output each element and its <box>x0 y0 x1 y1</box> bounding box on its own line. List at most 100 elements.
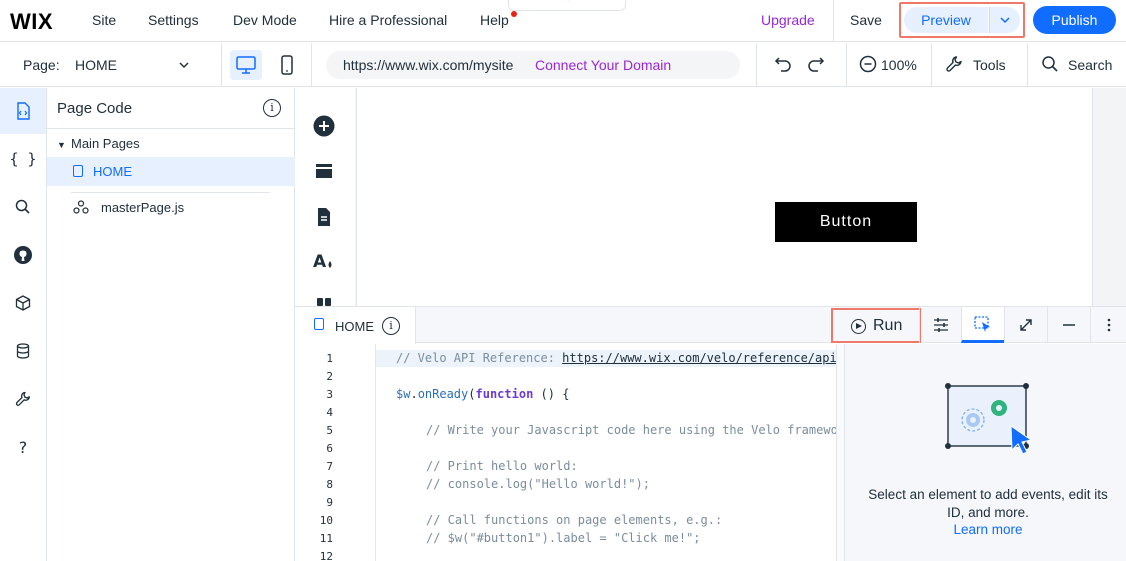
properties-panel: Select an element to add events, edit it… <box>844 344 1126 561</box>
wrench-icon[interactable] <box>944 54 964 74</box>
editor-tab-label: HOME <box>335 319 374 334</box>
database-icon <box>16 343 30 359</box>
chevron-down-icon[interactable] <box>177 58 191 72</box>
rail-packages[interactable] <box>0 280 46 326</box>
rail-github[interactable] <box>0 232 46 278</box>
add-section-icon[interactable] <box>313 161 335 183</box>
properties-events-button[interactable] <box>961 307 1004 343</box>
preview-button[interactable]: Preview <box>904 7 988 33</box>
code-token: ( <box>468 387 476 401</box>
code-token: $w <box>396 387 411 401</box>
site-design-icon[interactable]: A <box>313 250 335 272</box>
svg-text:A: A <box>313 252 327 272</box>
maximize-editor-button[interactable] <box>1004 307 1047 343</box>
page-canvas[interactable]: Button <box>356 88 1093 306</box>
preview-dropdown-button[interactable] <box>989 7 1020 33</box>
code-line: // console.log("Hello world!"); <box>426 477 650 491</box>
divider <box>311 43 312 87</box>
code-text-area[interactable]: // Velo API Reference: https://www.wix.c… <box>375 344 844 561</box>
developer-tools-icon <box>15 391 30 406</box>
caret-down-icon[interactable]: ▼ <box>57 140 66 150</box>
code-token: onReady <box>417 387 469 401</box>
rail-help[interactable]: ? <box>0 424 46 470</box>
code-scrollbar[interactable] <box>836 344 844 561</box>
rail-public-backend[interactable]: { } <box>0 136 46 182</box>
page-label: Page: <box>23 57 60 73</box>
info-icon[interactable]: i <box>263 99 281 117</box>
properties-empty-message: Select an element to add events, edit it… <box>868 487 1108 520</box>
apps-icon[interactable] <box>313 295 335 306</box>
rail-developer-tools[interactable] <box>0 376 46 422</box>
top-bar: WIX Site Settings Dev Mode Hire a Profes… <box>0 0 1126 42</box>
line-number: 6 <box>326 442 333 455</box>
code-token: () { <box>533 387 570 401</box>
menu-site[interactable]: Site <box>92 12 116 28</box>
tree-group-main-pages[interactable]: Main Pages <box>71 136 140 151</box>
desktop-view-button[interactable] <box>230 50 262 80</box>
desktop-icon <box>236 56 256 74</box>
connect-domain-link[interactable]: Connect Your Domain <box>535 57 671 73</box>
publish-button[interactable]: Publish <box>1033 6 1116 34</box>
run-button[interactable]: Run <box>831 308 921 343</box>
line-number: 5 <box>326 424 333 437</box>
search-icon[interactable] <box>1041 55 1059 73</box>
code-line: // Velo API Reference: https://www.wix.c… <box>396 351 844 365</box>
tools-button[interactable]: Tools <box>973 57 1006 73</box>
editor-more-button[interactable] <box>1090 307 1126 343</box>
tree-item-home[interactable]: HOME <box>47 157 295 186</box>
undo-icon[interactable] <box>773 54 793 74</box>
chevron-up-icon: ⌃ <box>562 0 572 8</box>
menu-dev-mode[interactable]: Dev Mode <box>233 12 297 28</box>
collapse-toolbar-tab[interactable]: ⌃ <box>508 0 626 11</box>
more-vertical-icon <box>1107 318 1110 332</box>
minimize-editor-button[interactable] <box>1047 307 1090 343</box>
add-element-icon[interactable] <box>313 115 335 137</box>
learn-more-link[interactable]: Learn more <box>865 522 1111 537</box>
site-button-element[interactable]: Button <box>775 202 917 242</box>
pages-menu-icon[interactable] <box>313 206 335 228</box>
preview-highlight: Preview <box>899 2 1025 38</box>
editor-tab-bar: HOME i Run <box>295 307 1126 344</box>
mobile-view-button[interactable] <box>275 50 299 80</box>
run-label: Run <box>873 317 903 334</box>
rail-databases[interactable] <box>0 328 46 374</box>
zoom-level[interactable]: 100% <box>881 57 917 73</box>
menu-help[interactable]: Help <box>480 12 509 28</box>
menu-settings[interactable]: Settings <box>148 12 199 28</box>
file-icon <box>73 165 83 177</box>
code-line: // Call functions on page elements, e.g.… <box>426 513 723 527</box>
editor-toolbar: Page: HOME https://www.wix.com/mysite Co… <box>0 43 1126 87</box>
line-number: 9 <box>326 496 333 509</box>
code-link[interactable]: https://www.wix.com/velo/reference/api-o… <box>562 351 844 365</box>
divider <box>756 43 757 87</box>
save-button[interactable]: Save <box>850 12 882 28</box>
divider <box>221 43 222 87</box>
redo-icon[interactable] <box>806 54 826 74</box>
rail-search[interactable] <box>0 184 46 230</box>
editor-tab-home[interactable]: HOME i <box>295 307 416 344</box>
wix-logo[interactable]: WIX <box>10 9 53 35</box>
line-number: 3 <box>326 388 333 401</box>
tree-item-master-page[interactable]: masterPage.js <box>101 200 184 215</box>
menu-hire-a-professional[interactable]: Hire a Professional <box>329 12 447 28</box>
help-icon: ? <box>18 437 28 457</box>
play-icon <box>851 319 866 334</box>
code-braces-icon: { } <box>9 150 37 168</box>
properties-toggle-button[interactable] <box>919 307 962 343</box>
add-panel-toolbar: A <box>296 88 355 306</box>
master-page-icon <box>73 200 89 214</box>
divider <box>47 128 295 129</box>
divider <box>846 43 847 87</box>
search-button[interactable]: Search <box>1068 57 1112 73</box>
select-element-illustration-icon <box>945 383 1033 455</box>
minimize-icon <box>1063 324 1075 326</box>
rail-page-code[interactable] <box>0 88 46 134</box>
packages-icon <box>15 295 31 311</box>
line-number-gutter: 1 2 3 4 5 6 7 8 9 10 11 12 <box>295 344 375 561</box>
info-icon[interactable]: i <box>382 317 400 335</box>
zoom-out-icon[interactable] <box>859 55 877 73</box>
code-line: // Write your Javascript code here using… <box>426 423 844 437</box>
divider <box>71 192 270 193</box>
upgrade-link[interactable]: Upgrade <box>761 12 815 28</box>
page-selector[interactable]: HOME <box>75 57 117 73</box>
